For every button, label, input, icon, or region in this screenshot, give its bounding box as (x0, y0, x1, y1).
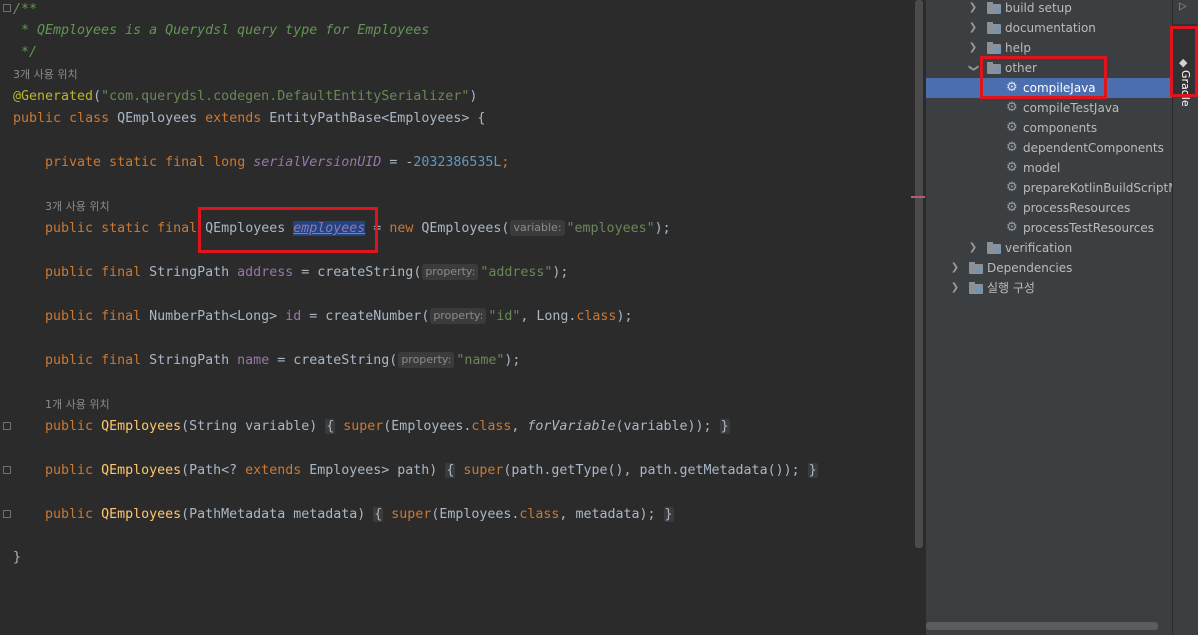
code-line-ctor-variable: public QEmployees(String variable) { sup… (45, 419, 730, 434)
gradle-elephant-icon: ◆ (1179, 56, 1188, 69)
tree-item-compiletestjava[interactable]: ⚙ compileTestJava (926, 98, 1172, 118)
usage-hint[interactable]: 1개 사용 위치 (45, 395, 110, 415)
gear-icon: ⚙ (1006, 200, 1018, 215)
gradle-tool-window[interactable]: ❯ ⚙ build setup ❯ ⚙ documentation ❯ ⚙ he… (926, 0, 1172, 635)
tree-item-components[interactable]: ⚙ components (926, 118, 1172, 138)
tree-item-dependencies[interactable]: ❯ ≡ Dependencies (926, 258, 1172, 278)
param-hint: variable: (510, 220, 565, 236)
code-line-qemployees-field: public static final QEmployees employees… (45, 220, 671, 236)
code-editor[interactable]: /** * QEmployees is a Querydsl query typ… (0, 0, 926, 635)
chevron-right-icon[interactable]: ❯ (968, 38, 978, 58)
selected-identifier[interactable]: employees (293, 221, 366, 236)
task-folder-icon: ⚙ (987, 62, 1001, 75)
chevron-right-icon[interactable]: ❯ (950, 278, 960, 298)
code-line-ctor-metadata: public QEmployees(PathMetadata metadata)… (45, 507, 674, 522)
usage-hint[interactable]: 3개 사용 위치 (13, 65, 78, 85)
chevron-right-icon[interactable]: ❯ (968, 0, 978, 18)
editor-gutter (0, 0, 12, 635)
run-config-folder-icon: ⚙ (969, 282, 983, 295)
collapse-icon[interactable]: ▷ (1179, 1, 1187, 12)
tree-item-build-setup[interactable]: ❯ ⚙ build setup (926, 0, 1172, 18)
usage-hint[interactable]: 3개 사용 위치 (45, 197, 110, 217)
tree-item-help[interactable]: ❯ ⚙ help (926, 38, 1172, 58)
code-line-comment-end: */ (13, 45, 38, 60)
tree-item-preparekotlinbuildscriptmodel[interactable]: ⚙ prepareKotlinBuildScriptModel (926, 178, 1172, 198)
code-line-id: public final NumberPath<Long> id = creat… (45, 308, 633, 324)
param-hint: property: (430, 308, 487, 324)
dependencies-icon: ≡ (969, 262, 983, 275)
gear-icon: ⚙ (1006, 80, 1018, 95)
tree-item-verification[interactable]: ❯ ⚙ verification (926, 238, 1172, 258)
code-line-comment-body: * QEmployees is a Querydsl query type fo… (13, 23, 430, 38)
tree-item-other[interactable]: ❯ ⚙ other (926, 58, 1172, 78)
tree-item-processtestresources[interactable]: ⚙ processTestResources (926, 218, 1172, 238)
code-line-address: public final StringPath address = create… (45, 264, 569, 280)
tree-item-compilejava[interactable]: ⚙ compileJava (926, 78, 1172, 98)
code-line-serial: private static final long serialVersionU… (45, 155, 510, 170)
param-hint: property: (422, 264, 479, 280)
task-folder-icon: ⚙ (987, 42, 1001, 55)
code-line-name: public final StringPath name = createStr… (45, 352, 521, 368)
gradle-tool-tab[interactable]: ◆ Gradle (1173, 24, 1197, 107)
gradle-tab-label: Gradle (1179, 70, 1192, 107)
code-line-class-end: } (13, 550, 22, 565)
change-marker (911, 196, 925, 198)
fold-icon[interactable] (3, 510, 11, 518)
fold-icon[interactable] (3, 466, 11, 474)
chevron-right-icon[interactable]: ❯ (968, 238, 978, 258)
tree-item-run-configurations[interactable]: ❯ ⚙ 실행 구성 (926, 278, 1172, 298)
code-line-annotation: @Generated("com.querydsl.codegen.Default… (13, 89, 478, 104)
task-folder-icon: ⚙ (987, 2, 1001, 15)
fold-icon[interactable] (3, 4, 11, 12)
tree-scrollbar[interactable] (926, 622, 1158, 630)
task-folder-icon: ⚙ (987, 22, 1001, 35)
right-tool-strip: ▷ ◆ Gradle (1172, 0, 1198, 635)
gear-icon: ⚙ (1006, 180, 1018, 195)
tree-item-processresources[interactable]: ⚙ processResources (926, 198, 1172, 218)
gear-icon: ⚙ (1006, 100, 1018, 115)
task-folder-icon: ⚙ (987, 242, 1001, 255)
gear-icon: ⚙ (1006, 220, 1018, 235)
editor-scrollbar[interactable] (915, 0, 923, 548)
tree-item-dependentcomponents[interactable]: ⚙ dependentComponents (926, 138, 1172, 158)
tree-item-model[interactable]: ⚙ model (926, 158, 1172, 178)
param-hint: property: (398, 352, 455, 368)
code-line-class-decl: public class QEmployees extends EntityPa… (13, 111, 486, 126)
fold-icon[interactable] (3, 422, 11, 430)
chevron-right-icon[interactable]: ❯ (968, 18, 978, 38)
gear-icon: ⚙ (1006, 140, 1018, 155)
gear-icon: ⚙ (1006, 120, 1018, 135)
tree-item-documentation[interactable]: ❯ ⚙ documentation (926, 18, 1172, 38)
chevron-down-icon[interactable]: ❯ (963, 63, 983, 73)
code-line-comment-start: /** (13, 2, 38, 17)
gear-icon: ⚙ (1006, 160, 1018, 175)
chevron-right-icon[interactable]: ❯ (950, 258, 960, 278)
code-line-ctor-path: public QEmployees(Path<? extends Employe… (45, 463, 818, 478)
